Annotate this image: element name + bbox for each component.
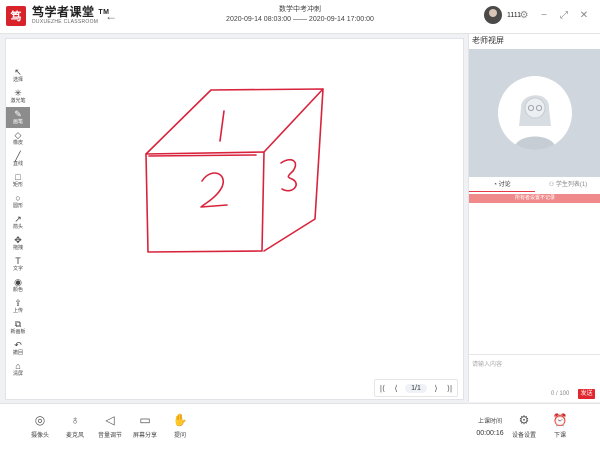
- line-icon: ╱: [15, 151, 21, 161]
- teacher-silhouette-icon: [514, 95, 556, 150]
- tool-laser[interactable]: ✳ 激光笔: [6, 86, 30, 107]
- user-info[interactable]: 1111: [484, 6, 521, 24]
- pen-icon: ✎: [14, 109, 22, 119]
- microphone-icon: ♁: [70, 413, 80, 427]
- class-time-value: 00:00:16: [476, 430, 504, 437]
- panel-tabs: ◔ 讨论 ⚇ 学生列表(1): [469, 179, 600, 192]
- new-board-icon: ⧉: [14, 319, 22, 329]
- raise-hand-icon: ✋: [172, 413, 188, 427]
- tab-students[interactable]: ⚇ 学生列表(1): [535, 179, 600, 192]
- bottom-bar: ◎ 摄像头 ♁ 麦克风 ◁ 音量调节 ▭ 屏幕分享 ✋ 提问 上课时间 00:00:16 …: [0, 403, 600, 450]
- chat-input[interactable]: 请输入内容: [472, 359, 502, 368]
- tool-pen[interactable]: ✎ 画笔: [6, 107, 30, 128]
- back-arrow-icon[interactable]: ←: [104, 9, 118, 23]
- palette-icon: ◉: [14, 277, 22, 287]
- tool-eraser[interactable]: ◇ 橡皮: [6, 128, 30, 149]
- device-settings-button[interactable]: ⚙ 设备设置: [509, 413, 539, 439]
- tool-line[interactable]: ╱ 直线: [6, 149, 30, 170]
- whiteboard-drawing: [145, 88, 324, 253]
- screen-share-icon: ▭: [139, 413, 151, 427]
- chat-input-area[interactable]: 请输入内容 0 / 100 发送: [469, 354, 600, 402]
- volume-button[interactable]: ◁ 音量调节: [95, 413, 125, 439]
- digit-two-stroke: [200, 172, 228, 208]
- panel-title: 老师视屏: [472, 36, 504, 45]
- char-counter: 0 / 100: [551, 391, 570, 397]
- cube-front-face: [145, 151, 265, 253]
- settings-icon: ⚙: [518, 413, 530, 427]
- raise-hand-button[interactable]: ✋ 提问: [165, 413, 195, 439]
- send-button[interactable]: 发送: [578, 389, 595, 399]
- class-time-label: 上课时间: [477, 419, 502, 425]
- last-page-icon[interactable]: ⟩|: [445, 384, 454, 393]
- text-icon: T: [15, 256, 21, 266]
- tool-clear[interactable]: ⌂ 清屏: [6, 359, 30, 380]
- logo-name: 笃学者课堂: [32, 5, 95, 19]
- tool-text[interactable]: T 文字: [6, 254, 30, 275]
- side-panel: 老师视屏 ◔ 讨论 ⚇ 学生列表(1) 所有者设置不记录 请输入内容 0 / 1…: [468, 34, 600, 402]
- classroom-app: 笃 笃学者课堂 TM DUXUEZHE CLASSROOM ← 数学中考冲刺 2…: [0, 0, 600, 450]
- camera-button[interactable]: ◎ 摄像头: [25, 413, 55, 439]
- gear-icon[interactable]: ⚙: [518, 9, 530, 23]
- prev-page-icon[interactable]: ⟨: [392, 384, 401, 393]
- cube-front-edge-double: [148, 154, 257, 157]
- tool-arrow[interactable]: ↗ 箭头: [6, 212, 30, 233]
- teacher-video: [469, 49, 600, 177]
- digit-one-stroke: [219, 110, 225, 142]
- tool-move[interactable]: ✥ 拖拽: [6, 233, 30, 254]
- top-bar: 笃 笃学者课堂 TM DUXUEZHE CLASSROOM ← 数学中考冲刺 2…: [0, 0, 600, 34]
- end-class-icon: ⏰: [552, 413, 568, 427]
- clear-icon: ⌂: [15, 361, 21, 371]
- undo-icon: ↶: [14, 340, 22, 350]
- restore-icon[interactable]: ⤢: [558, 9, 570, 23]
- avatar[interactable]: [484, 6, 502, 24]
- minimize-icon[interactable]: −: [538, 9, 550, 23]
- page-navigator: |⟨ ⟨ 1/1 ⟩ ⟩|: [374, 379, 458, 397]
- circle-icon: ○: [15, 193, 21, 203]
- close-icon[interactable]: ✕: [578, 9, 590, 23]
- volume-icon: ◁: [105, 413, 115, 427]
- digit-three-stroke: [280, 159, 297, 192]
- select-icon: ↖: [14, 67, 22, 77]
- logo-icon: 笃: [6, 6, 26, 26]
- class-timer: 上课时间 00:00:16: [474, 416, 506, 437]
- first-page-icon[interactable]: |⟨: [378, 384, 387, 393]
- arrow-icon: ↗: [14, 214, 22, 224]
- rectangle-icon: □: [15, 172, 21, 182]
- drawing-toolbar: ↖ 选择 ✳ 激光笔 ✎ 画笔 ◇ 橡皮 ╱ 直线 □ 矩形 ○ 圆形 ↗ 箭头 ✥ 拖拽 T 文字…: [6, 65, 30, 405]
- cube-top-face: [145, 88, 324, 155]
- tool-rectangle[interactable]: □ 矩形: [6, 170, 30, 191]
- screen-share-button[interactable]: ▭ 屏幕分享: [130, 413, 160, 439]
- eraser-icon: ◇: [14, 130, 22, 140]
- microphone-button[interactable]: ♁ 麦克风: [60, 413, 90, 439]
- upload-icon: ⇪: [14, 298, 22, 308]
- tool-upload[interactable]: ⇪ 上传: [6, 296, 30, 317]
- move-icon: ✥: [14, 235, 22, 245]
- tool-undo[interactable]: ↶ 撤回: [6, 338, 30, 359]
- window-controls: ⚙ − ⤢ ✕: [518, 9, 590, 23]
- logo-subtitle: DUXUEZHE CLASSROOM: [32, 19, 99, 25]
- tool-new-board[interactable]: ⧉ 新画板: [6, 317, 30, 338]
- notice-banner: 所有者设置不记录: [469, 194, 600, 203]
- tool-color[interactable]: ◉ 颜色: [6, 275, 30, 296]
- camera-icon: ◎: [34, 413, 46, 427]
- tab-discussion[interactable]: ◔ 讨论: [469, 179, 535, 192]
- teacher-placeholder-avatar: [498, 76, 572, 150]
- tool-circle[interactable]: ○ 圆形: [6, 191, 30, 212]
- tool-select[interactable]: ↖ 选择: [6, 65, 30, 86]
- end-class-button[interactable]: ⏰ 下课: [545, 413, 575, 439]
- laser-pointer-icon: ✳: [14, 88, 22, 98]
- logo: 笃 笃学者课堂 TM DUXUEZHE CLASSROOM: [6, 6, 109, 28]
- page-number: 1/1: [405, 383, 427, 393]
- whiteboard[interactable]: ↖ 选择 ✳ 激光笔 ✎ 画笔 ◇ 橡皮 ╱ 直线 □ 矩形 ○ 圆形 ↗ 箭头 ✥ 拖拽 T 文字…: [5, 38, 464, 400]
- next-page-icon[interactable]: ⟩: [431, 384, 440, 393]
